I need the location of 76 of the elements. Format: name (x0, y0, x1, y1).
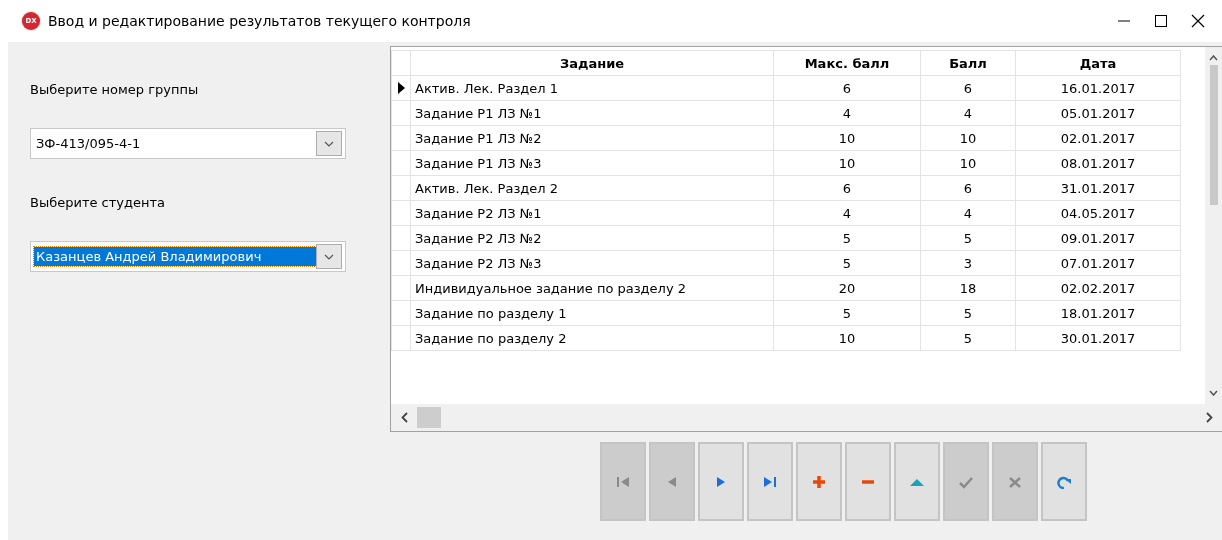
first-record-icon (615, 474, 631, 489)
scroll-left-icon (400, 412, 408, 423)
table-cell: Актив. Лек. Раздел 2 (410, 175, 774, 201)
table-cell: Задание Р1 ЛЗ №3 (410, 150, 774, 176)
maximize-icon (1154, 15, 1167, 27)
navigator-button[interactable] (796, 442, 842, 521)
table-cell: 10 (773, 125, 921, 151)
table-cell: 18 (920, 275, 1016, 301)
scroll-up-icon (1209, 55, 1218, 61)
dropdown-field[interactable]: Казанцев Андрей Владимирович (30, 241, 346, 272)
table-cell: 5 (920, 300, 1016, 326)
scroll-thumb[interactable] (1209, 65, 1218, 205)
last-record-icon (762, 474, 778, 489)
table-cell: Задание Р1 ЛЗ №2 (410, 125, 774, 151)
table-cell: 05.01.2017 (1015, 100, 1181, 126)
table-cell: 4 (773, 200, 921, 226)
navigator-button[interactable] (894, 442, 940, 521)
dropdown-field[interactable]: ЗФ-413/095-4-1 (30, 128, 346, 159)
table-cell: 5 (920, 325, 1016, 351)
column-header[interactable]: Дата (1015, 50, 1181, 76)
table-cell: 10 (920, 125, 1016, 151)
cross-icon (1007, 474, 1023, 489)
table-cell: 6 (773, 75, 921, 101)
table-cell: 16.01.2017 (1015, 75, 1181, 101)
table-cell: 10 (773, 150, 921, 176)
table-cell: Задание по разделу 2 (410, 325, 774, 351)
table-cell: 20 (773, 275, 921, 301)
field-label: Выберите студента (30, 195, 167, 212)
table-cell: Задание по разделу 1 (410, 300, 774, 326)
table-cell: Задание Р2 ЛЗ №2 (410, 225, 774, 251)
table-cell: Актив. Лек. Раздел 1 (410, 75, 774, 101)
table-cell: 30.01.2017 (1015, 325, 1181, 351)
refresh-icon (1056, 474, 1072, 489)
table-cell: 07.01.2017 (1015, 250, 1181, 276)
table-cell: 5 (773, 300, 921, 326)
scroll-down-icon (1209, 390, 1218, 396)
current-row-icon (397, 82, 405, 94)
table-cell: 02.02.2017 (1015, 275, 1181, 301)
table-cell: 31.01.2017 (1015, 175, 1181, 201)
table-cell: 6 (773, 175, 921, 201)
table-cell: 02.01.2017 (1015, 125, 1181, 151)
row-indicator[interactable] (391, 75, 411, 101)
table-cell: Задание Р2 ЛЗ №1 (410, 200, 774, 226)
column-header[interactable]: Макс. балл (773, 50, 921, 76)
table-cell: 4 (920, 100, 1016, 126)
table-cell: 6 (920, 75, 1016, 101)
window-title: Ввод и редактирование результатов текущего контроля (48, 13, 472, 29)
table-cell: Задание Р1 ЛЗ №1 (410, 100, 774, 126)
table-cell: 6 (920, 175, 1016, 201)
table-cell: 3 (920, 250, 1016, 276)
navigator-button[interactable] (1041, 442, 1087, 521)
table-cell: 10 (920, 150, 1016, 176)
horizontal-scrollbar[interactable] (391, 404, 1222, 431)
table-cell: 5 (920, 225, 1016, 251)
table-cell: Индивидуальное задание по разделу 2 (410, 275, 774, 301)
close-icon (1190, 14, 1205, 28)
scroll-thumb[interactable] (417, 407, 441, 428)
table-cell: 08.01.2017 (1015, 150, 1181, 176)
column-header[interactable]: Балл (920, 50, 1016, 76)
table-cell: 5 (773, 250, 921, 276)
navigator-button[interactable] (698, 442, 744, 521)
table-cell: 4 (920, 200, 1016, 226)
table-cell: 09.01.2017 (1015, 225, 1181, 251)
table-cell: Задание Р2 ЛЗ №3 (410, 250, 774, 276)
field-label: Выберите номер группы (30, 82, 200, 99)
table-cell: 04.05.2017 (1015, 200, 1181, 226)
table-cell: 18.01.2017 (1015, 300, 1181, 326)
column-header[interactable]: Задание (410, 50, 774, 76)
table-cell: 5 (773, 225, 921, 251)
navigator-button[interactable] (747, 442, 793, 521)
vertical-scrollbar[interactable] (1205, 47, 1222, 404)
plus-icon (811, 474, 827, 489)
table-cell: 4 (773, 100, 921, 126)
navigator-button[interactable] (845, 442, 891, 521)
scroll-right-icon (1205, 412, 1213, 423)
table-cell: 10 (773, 325, 921, 351)
